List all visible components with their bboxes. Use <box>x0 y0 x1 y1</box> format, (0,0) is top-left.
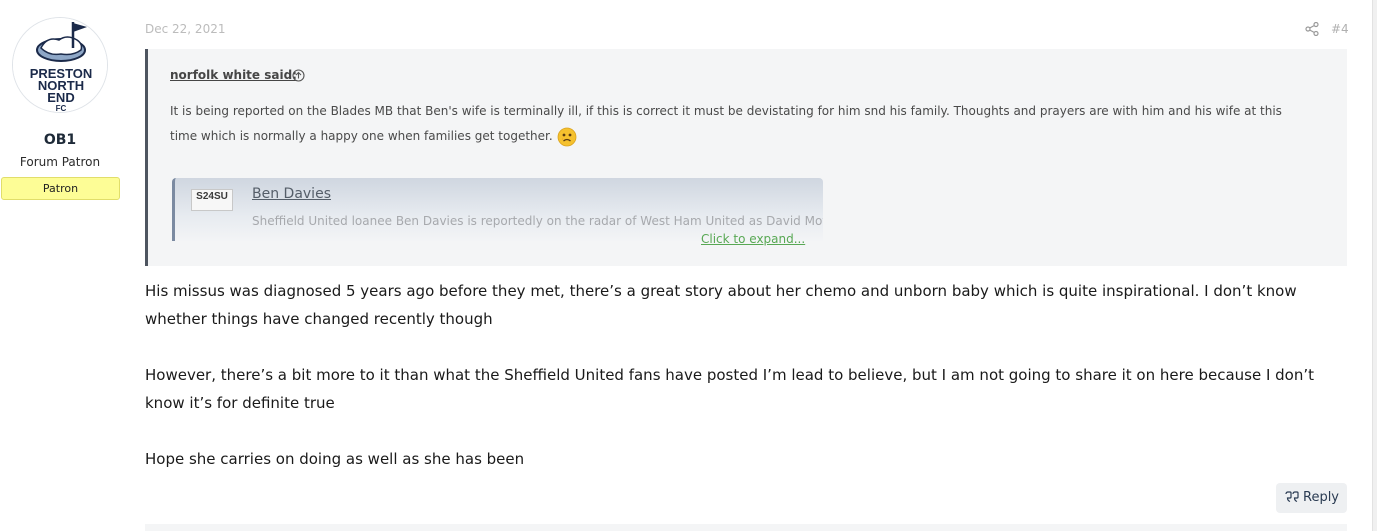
arrow-circle-up-icon[interactable] <box>292 69 305 82</box>
sad-face-emoji-icon <box>557 127 577 146</box>
post-paragraph: However, there’s a bit more to it than w… <box>145 366 1314 412</box>
quote-text-body: It is being reported on the Blades MB th… <box>170 104 1282 143</box>
user-panel: PRESTON NORTH END FC OB1 Forum Patron Pa… <box>0 0 122 531</box>
club-crest-logo: PRESTON NORTH END FC <box>13 18 107 113</box>
click-to-expand-link[interactable]: Click to expand... <box>701 232 805 246</box>
embed-title-link[interactable]: Ben Davies <box>252 186 331 202</box>
svg-text:FC: FC <box>56 104 67 113</box>
share-icon[interactable] <box>1305 22 1319 36</box>
post-paragraph: His missus was diagnosed 5 years ago bef… <box>145 282 1297 328</box>
site-logo: S24SU <box>191 189 233 211</box>
avatar[interactable]: PRESTON NORTH END FC <box>12 17 108 113</box>
post-number-link[interactable]: #4 <box>1331 22 1349 36</box>
username[interactable]: OB1 <box>0 132 120 148</box>
quote-marks-icon <box>1285 491 1299 503</box>
scrollbar[interactable] <box>1372 0 1377 531</box>
quote-block: norfolk white said: It is being reported… <box>145 49 1347 266</box>
post-date[interactable]: Dec 22, 2021 <box>145 22 225 36</box>
quote-text: It is being reported on the Blades MB th… <box>170 99 1310 149</box>
embed-description: Sheffield United loanee Ben Davies is re… <box>252 214 823 228</box>
user-banner: Patron <box>1 177 120 200</box>
next-post-edge <box>145 524 1347 531</box>
reply-button[interactable]: Reply <box>1276 483 1347 513</box>
post-paragraph: Hope she carries on doing as well as she… <box>145 450 525 468</box>
svg-text:END: END <box>47 90 74 105</box>
quote-author-link[interactable]: norfolk white said: <box>170 68 297 82</box>
user-title: Forum Patron <box>19 155 101 169</box>
reply-label: Reply <box>1303 490 1340 505</box>
post-body: His missus was diagnosed 5 years ago bef… <box>145 277 1345 501</box>
